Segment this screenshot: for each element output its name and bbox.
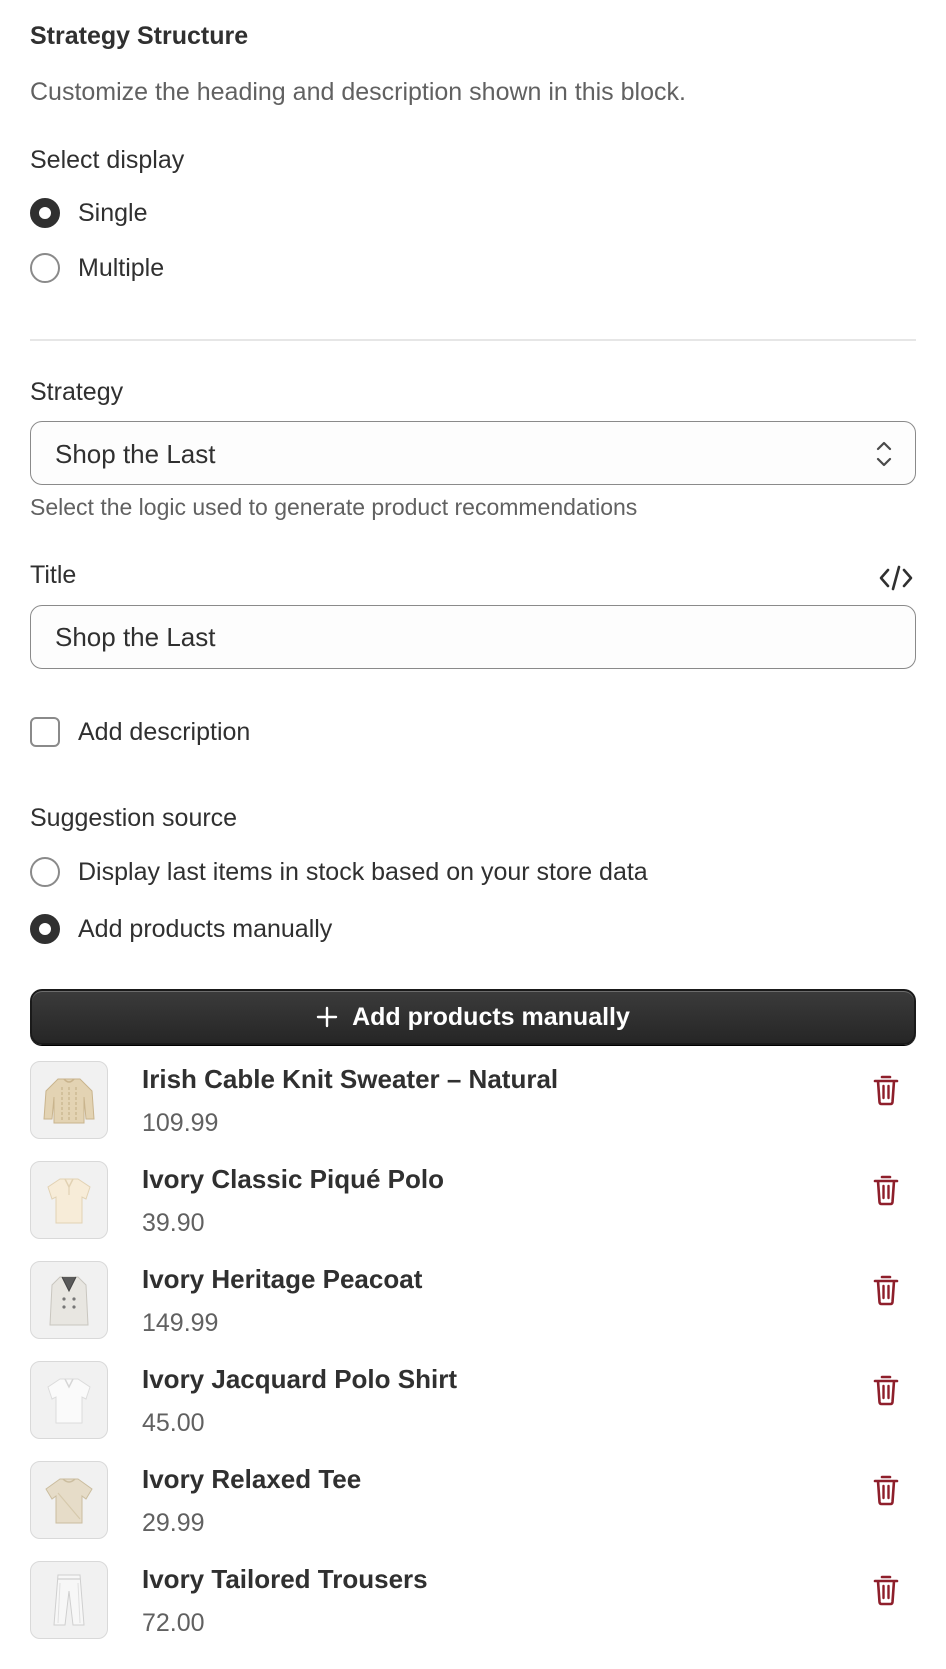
- product-row: Ivory Relaxed Tee 29.99: [30, 1460, 916, 1560]
- product-price: 29.99: [142, 1509, 205, 1537]
- product-price: 149.99: [142, 1309, 219, 1337]
- code-icon[interactable]: [878, 564, 914, 592]
- product-thumbnail: [30, 1061, 108, 1139]
- product-name: Ivory Jacquard Polo Shirt: [142, 1364, 457, 1394]
- product-name: Ivory Classic Piqué Polo: [142, 1164, 444, 1194]
- radio-manual[interactable]: [30, 914, 60, 944]
- title-input[interactable]: [30, 605, 916, 669]
- product-list: Irish Cable Knit Sweater – Natural 109.9…: [30, 1060, 916, 1660]
- radio-single[interactable]: [30, 198, 60, 228]
- product-price: 45.00: [142, 1409, 205, 1437]
- delete-product-button[interactable]: [866, 1170, 906, 1210]
- trash-icon: [873, 1475, 899, 1506]
- divider: [30, 339, 916, 341]
- delete-product-button[interactable]: [866, 1270, 906, 1310]
- product-name: Ivory Relaxed Tee: [142, 1464, 362, 1494]
- polo-shirt-image-icon: [47, 1378, 91, 1424]
- plus-icon: [316, 1006, 338, 1028]
- radio-multiple-label: Multiple: [78, 253, 165, 282]
- display-option-multiple[interactable]: Multiple: [30, 253, 164, 283]
- strategy-select[interactable]: Shop the Last: [30, 421, 916, 485]
- select-chevron-icon: [876, 441, 892, 467]
- title-label: Title: [30, 561, 77, 589]
- trousers-image-icon: [53, 1574, 85, 1626]
- add-description-checkbox[interactable]: [30, 717, 60, 747]
- add-description-toggle[interactable]: Add description: [30, 717, 250, 747]
- strategy-help-text: Select the logic used to generate produc…: [30, 494, 638, 520]
- product-row: Irish Cable Knit Sweater – Natural 109.9…: [30, 1060, 916, 1160]
- product-row: Ivory Heritage Peacoat 149.99: [30, 1260, 916, 1360]
- radio-store-data-label: Display last items in stock based on you…: [78, 857, 648, 886]
- product-thumbnail: [30, 1561, 108, 1639]
- delete-product-button[interactable]: [866, 1370, 906, 1410]
- product-row: Ivory Tailored Trousers 72.00: [30, 1560, 916, 1660]
- product-price: 72.00: [142, 1609, 205, 1637]
- delete-product-button[interactable]: [866, 1570, 906, 1610]
- product-thumbnail: [30, 1361, 108, 1439]
- delete-product-button[interactable]: [866, 1470, 906, 1510]
- product-name: Irish Cable Knit Sweater – Natural: [142, 1064, 559, 1094]
- strategy-select-value: Shop the Last: [55, 439, 216, 469]
- add-products-button-label: Add products manually: [352, 1002, 630, 1031]
- strategy-label: Strategy: [30, 378, 124, 406]
- add-products-manually-button[interactable]: Add products manually: [30, 989, 916, 1045]
- trash-icon: [873, 1575, 899, 1606]
- section-title: Strategy Structure: [30, 22, 249, 50]
- suggestion-option-manual[interactable]: Add products manually: [30, 914, 332, 944]
- product-thumbnail: [30, 1461, 108, 1539]
- trash-icon: [873, 1075, 899, 1106]
- product-name: Ivory Tailored Trousers: [142, 1564, 428, 1594]
- radio-store-data[interactable]: [30, 857, 60, 887]
- sweater-image-icon: [43, 1078, 95, 1124]
- trash-icon: [873, 1375, 899, 1406]
- product-price: 109.99: [142, 1109, 219, 1137]
- radio-multiple[interactable]: [30, 253, 60, 283]
- delete-product-button[interactable]: [866, 1070, 906, 1110]
- section-description: Customize the heading and description sh…: [30, 78, 686, 106]
- trash-icon: [873, 1175, 899, 1206]
- trash-icon: [873, 1275, 899, 1306]
- suggestion-option-store-data[interactable]: Display last items in stock based on you…: [30, 857, 648, 887]
- product-row: Ivory Jacquard Polo Shirt 45.00: [30, 1360, 916, 1460]
- product-thumbnail: [30, 1261, 108, 1339]
- radio-manual-label: Add products manually: [78, 914, 333, 943]
- add-description-label: Add description: [78, 717, 251, 746]
- coat-image-icon: [49, 1276, 89, 1326]
- polo-image-icon: [47, 1178, 91, 1224]
- product-name: Ivory Heritage Peacoat: [142, 1264, 423, 1294]
- product-row: Ivory Classic Piqué Polo 39.90: [30, 1160, 916, 1260]
- radio-single-label: Single: [78, 198, 148, 227]
- product-thumbnail: [30, 1161, 108, 1239]
- suggestion-source-label: Suggestion source: [30, 804, 238, 832]
- display-option-single[interactable]: Single: [30, 198, 148, 228]
- product-price: 39.90: [142, 1209, 205, 1237]
- tee-image-icon: [45, 1478, 93, 1524]
- display-label: Select display: [30, 146, 185, 174]
